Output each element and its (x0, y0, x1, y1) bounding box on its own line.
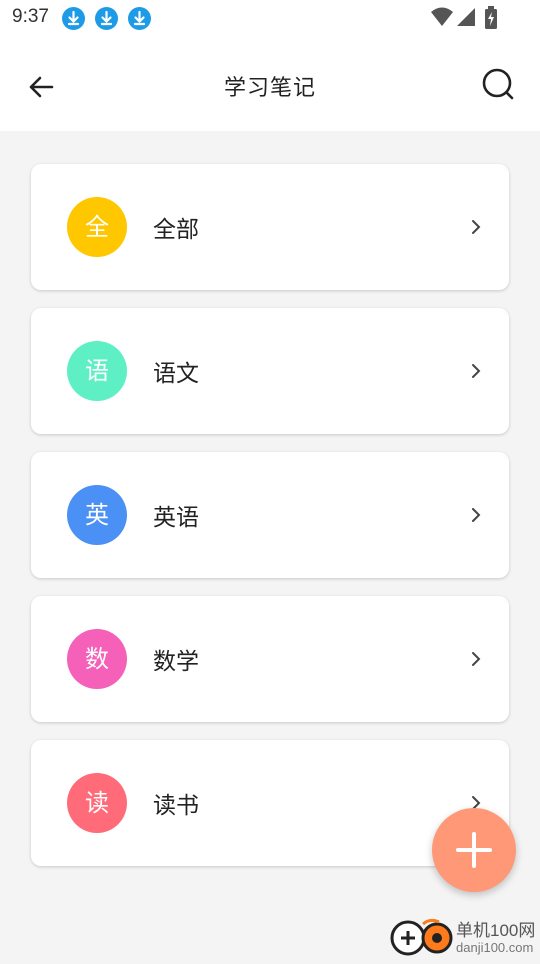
app-bar: 学习笔记 (0, 36, 540, 131)
category-badge: 语 (67, 341, 127, 401)
add-note-button[interactable] (432, 808, 516, 892)
category-label: 全部 (153, 217, 199, 243)
chevron-right-icon (472, 652, 481, 666)
chevron-right-icon (472, 220, 481, 234)
category-label: 英语 (153, 505, 199, 531)
battery-icon (485, 6, 497, 29)
category-badge: 读 (67, 773, 127, 833)
status-bar: 9:37 (0, 0, 540, 36)
category-badge: 数 (67, 629, 127, 689)
chevron-right-icon (472, 508, 481, 522)
category-label: 读书 (153, 793, 199, 819)
watermark-logo-icon (390, 918, 453, 956)
search-button[interactable] (478, 64, 520, 106)
signal-icon (457, 8, 475, 26)
status-time: 9:37 (12, 6, 49, 27)
category-label: 数学 (153, 649, 199, 675)
category-label: 语文 (153, 361, 199, 387)
watermark-title: 单机100网 (456, 921, 536, 940)
category-card-all[interactable]: 全 全部 (31, 164, 509, 290)
watermark: 单机100网 danji100.com (390, 914, 540, 960)
plus-icon (456, 832, 492, 868)
category-badge: 英 (67, 485, 127, 545)
category-card-math[interactable]: 数 数学 (31, 596, 509, 722)
page-title: 学习笔记 (223, 76, 316, 101)
search-icon (482, 68, 514, 100)
watermark-url: danji100.com (456, 940, 534, 955)
download-icon (62, 7, 85, 30)
download-icon (128, 7, 151, 30)
category-card-english[interactable]: 英 英语 (31, 452, 509, 578)
category-card-chinese[interactable]: 语 语文 (31, 308, 509, 434)
chevron-right-icon (472, 364, 481, 378)
category-badge: 全 (67, 197, 127, 257)
wifi-icon (431, 7, 453, 26)
download-icon (95, 7, 118, 30)
category-list: 全 全部 语 语文 英 英语 数 数学 读 读书 (31, 164, 509, 884)
